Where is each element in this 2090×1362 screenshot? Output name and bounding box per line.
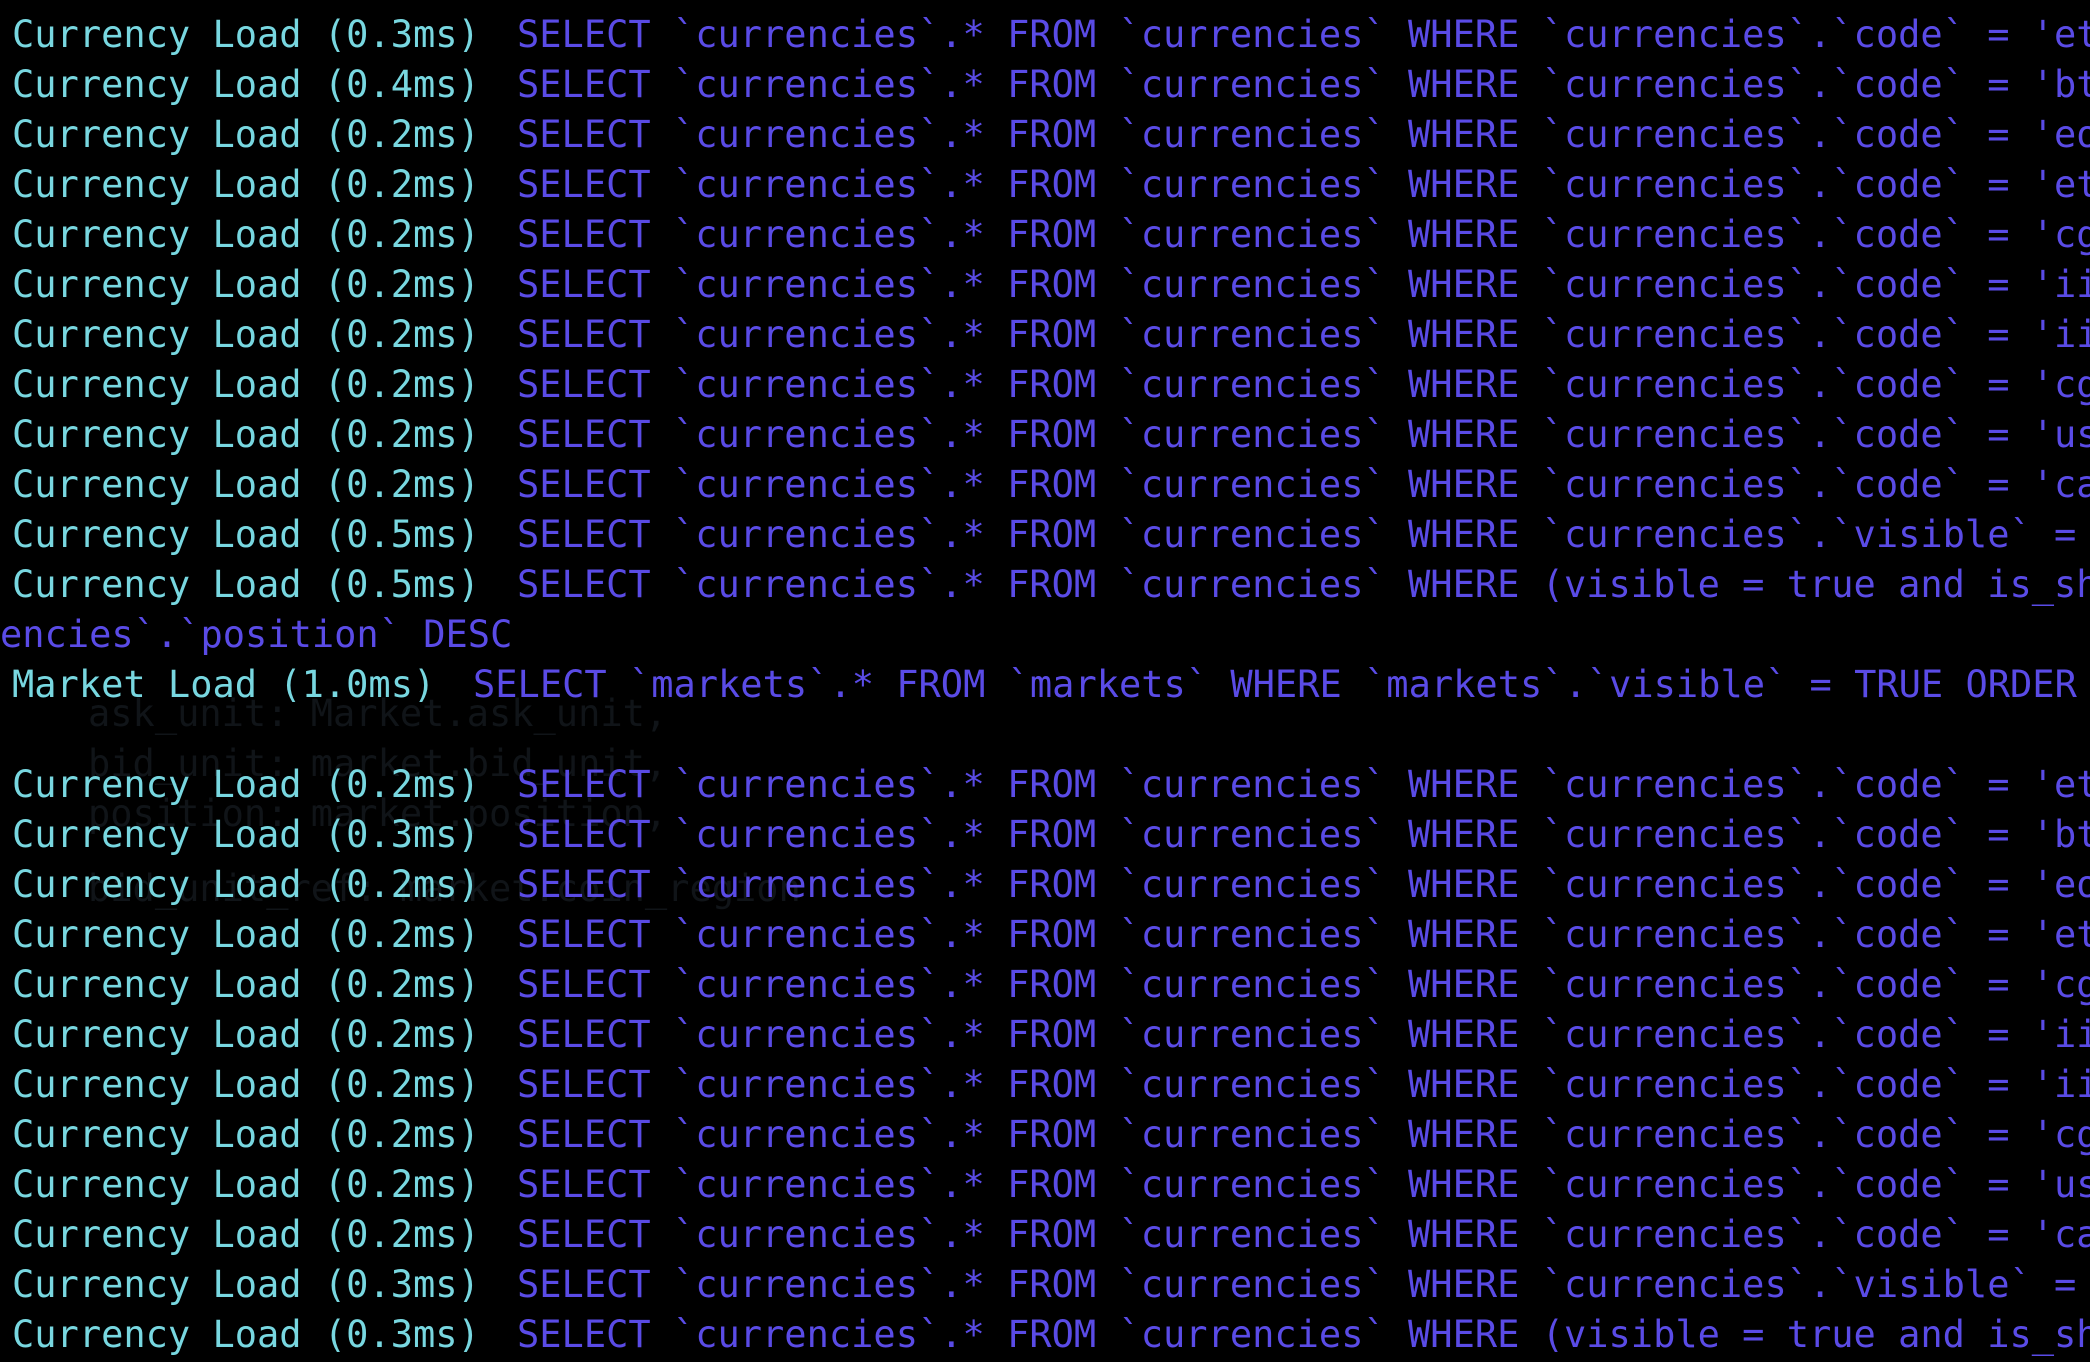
sql-statement: SELECT `currencies`.* FROM `currencies` … <box>517 163 2090 206</box>
log-tag: Currency Load (0.2ms) <box>12 413 480 456</box>
log-tag: Currency Load (0.3ms) <box>12 1263 480 1306</box>
log-tag: Currency Load (0.3ms) <box>12 813 480 856</box>
sql-statement: SELECT `currencies`.* FROM `currencies` … <box>517 763 2090 806</box>
log-tag: Currency Load (0.2ms) <box>12 363 480 406</box>
log-tag: Currency Load (0.2ms) <box>12 213 480 256</box>
log-tag: Currency Load (0.3ms) <box>12 13 480 56</box>
sql-statement: SELECT `currencies`.* FROM `currencies` … <box>517 463 2090 506</box>
sql-statement: SELECT `markets`.* FROM `markets` WHERE … <box>473 663 2090 706</box>
sql-statement: SELECT `currencies`.* FROM `currencies` … <box>517 513 2090 556</box>
log-tag: Currency Load (0.2ms) <box>12 113 480 156</box>
log-line: encies`.`position` DESC <box>0 610 2090 660</box>
log-tag: Currency Load (0.2ms) <box>12 963 480 1006</box>
log-line: Currency Load (0.3ms) SELECT `currencies`… <box>0 1310 2090 1360</box>
sql-statement: SELECT `currencies`.* FROM `currencies` … <box>517 113 2090 156</box>
log-line: Currency Load (0.3ms) SELECT `currencies`… <box>0 1260 2090 1310</box>
log-line: Currency Load (0.2ms) SELECT `currencies`… <box>0 460 2090 510</box>
sql-statement: encies`.`position` DESC <box>0 613 513 656</box>
log-tag: Currency Load (0.2ms) <box>12 1113 480 1156</box>
log-line: Currency Load (0.2ms) SELECT `currencies`… <box>0 360 2090 410</box>
log-line: Market Load (1.0ms) SELECT `markets`.* FR… <box>0 660 2090 710</box>
log-tag: Currency Load (0.2ms) <box>12 1163 480 1206</box>
terminal-window[interactable]: ask_unit: Market.ask_unit, bid_unit: mar… <box>0 0 2090 1362</box>
sql-statement: SELECT `currencies`.* FROM `currencies` … <box>517 863 2090 906</box>
log-tag: Currency Load (0.5ms) <box>12 563 480 606</box>
log-tag: Currency Load (0.4ms) <box>12 63 480 106</box>
log-line: Currency Load (0.2ms) SELECT `currencies`… <box>0 1160 2090 1210</box>
log-line: Currency Load (0.2ms) SELECT `currencies`… <box>0 1110 2090 1160</box>
log-line: Currency Load (0.2ms) SELECT `currencies`… <box>0 410 2090 460</box>
log-line: Currency Load (0.3ms) SELECT `currencies`… <box>0 10 2090 60</box>
sql-statement: SELECT `currencies`.* FROM `currencies` … <box>517 1013 2090 1056</box>
log-tag: Market Load (1.0ms) <box>12 663 436 706</box>
log-line: Currency Load (0.2ms) SELECT `currencies`… <box>0 760 2090 810</box>
log-line: Currency Load (0.5ms) SELECT `currencies`… <box>0 560 2090 610</box>
sql-statement: SELECT `currencies`.* FROM `currencies` … <box>517 263 2090 306</box>
sql-statement: SELECT `currencies`.* FROM `currencies` … <box>517 1113 2090 1156</box>
sql-statement: SELECT `currencies`.* FROM `currencies` … <box>517 363 2090 406</box>
log-tag: Currency Load (0.2ms) <box>12 1063 480 1106</box>
log-tag: Currency Load (0.2ms) <box>12 763 480 806</box>
log-line: Currency Load (0.2ms) SELECT `currencies`… <box>0 910 2090 960</box>
sql-statement: SELECT `currencies`.* FROM `currencies` … <box>517 913 2090 956</box>
sql-statement: SELECT `currencies`.* FROM `currencies` … <box>517 963 2090 1006</box>
log-tag: Currency Load (0.2ms) <box>12 263 480 306</box>
log-line: Currency Load (0.2ms) SELECT `currencies`… <box>0 310 2090 360</box>
sql-statement: SELECT `currencies`.* FROM `currencies` … <box>517 63 2090 106</box>
sql-statement: SELECT `currencies`.* FROM `currencies` … <box>517 213 2090 256</box>
log-tag: Currency Load (0.3ms) <box>12 1313 480 1356</box>
sql-statement: SELECT `currencies`.* FROM `currencies` … <box>517 563 2090 606</box>
log-tag: Currency Load (0.2ms) <box>12 163 480 206</box>
sql-statement: SELECT `currencies`.* FROM `currencies` … <box>517 1163 2090 1206</box>
log-tag: Currency Load (0.2ms) <box>12 863 480 906</box>
log-tag: Currency Load (0.2ms) <box>12 1013 480 1056</box>
log-tag: Currency Load (0.2ms) <box>12 913 480 956</box>
sql-statement: SELECT `currencies`.* FROM `currencies` … <box>517 413 2090 456</box>
log-line: Currency Load (0.3ms) SELECT `currencies`… <box>0 810 2090 860</box>
log-line: Currency Load (0.2ms) SELECT `currencies`… <box>0 210 2090 260</box>
log-tag: Currency Load (0.2ms) <box>12 313 480 356</box>
sql-statement: SELECT `currencies`.* FROM `currencies` … <box>517 1213 2090 1256</box>
log-line: Currency Load (0.2ms) SELECT `currencies`… <box>0 1060 2090 1110</box>
sql-statement: SELECT `currencies`.* FROM `currencies` … <box>517 1063 2090 1106</box>
log-line: Currency Load (0.2ms) SELECT `currencies`… <box>0 260 2090 310</box>
sql-statement: SELECT `currencies`.* FROM `currencies` … <box>517 1313 2090 1356</box>
log-line: Currency Load (0.2ms) SELECT `currencies`… <box>0 960 2090 1010</box>
log-line: Currency Load (0.2ms) SELECT `currencies`… <box>0 1010 2090 1060</box>
log-line: Currency Load (0.2ms) SELECT `currencies`… <box>0 860 2090 910</box>
log-line: Currency Load (0.4ms) SELECT `currencies`… <box>0 60 2090 110</box>
log-line: Currency Load (0.2ms) SELECT `currencies`… <box>0 110 2090 160</box>
sql-statement: SELECT `currencies`.* FROM `currencies` … <box>517 813 2090 856</box>
log-line: Currency Load (0.2ms) SELECT `currencies`… <box>0 1210 2090 1260</box>
sql-statement: SELECT `currencies`.* FROM `currencies` … <box>517 1263 2090 1306</box>
sql-statement: SELECT `currencies`.* FROM `currencies` … <box>517 313 2090 356</box>
log-line: Currency Load (0.5ms) SELECT `currencies`… <box>0 510 2090 560</box>
log-tag: Currency Load (0.2ms) <box>12 463 480 506</box>
log-tag: Currency Load (0.2ms) <box>12 1213 480 1256</box>
sql-statement: SELECT `currencies`.* FROM `currencies` … <box>517 13 2090 56</box>
log-line: Currency Load (0.2ms) SELECT `currencies`… <box>0 160 2090 210</box>
log-tag: Currency Load (0.5ms) <box>12 513 480 556</box>
